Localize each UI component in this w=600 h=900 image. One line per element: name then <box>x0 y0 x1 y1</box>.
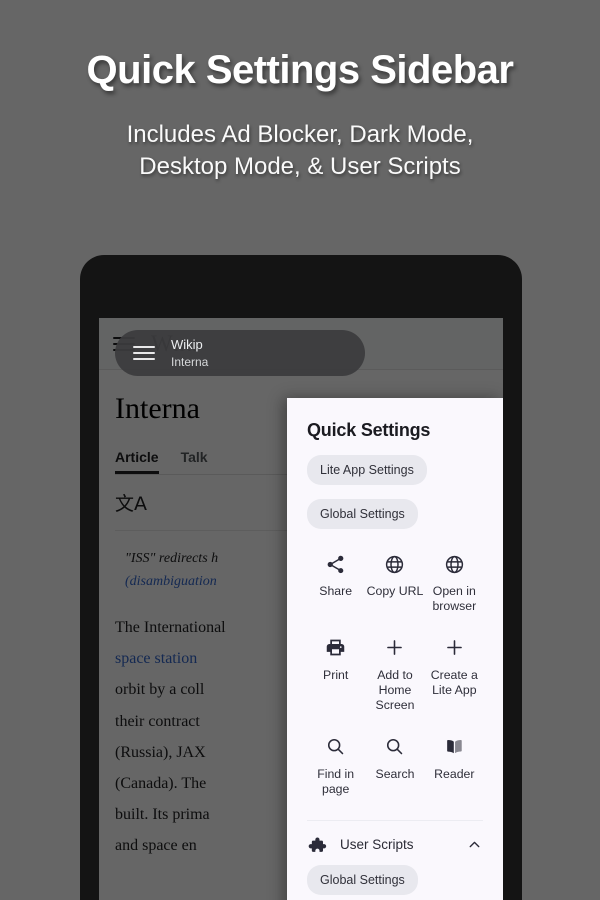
action-label: Share <box>319 584 353 598</box>
section-divider <box>307 819 483 821</box>
tab-article[interactable]: Article <box>115 449 159 474</box>
hatnote-link[interactable]: (disambiguation <box>125 574 217 589</box>
toolbar-title-block: Wikip Interna <box>171 336 208 370</box>
action-label: Copy URL <box>366 584 424 598</box>
action-add-to-home-screen[interactable]: Add to Home Screen <box>366 637 423 714</box>
action-create-lite-app[interactable]: Create a Lite App <box>426 637 483 714</box>
promo-subtitle-line-1: Includes Ad Blocker, Dark Mode, <box>126 121 474 148</box>
action-label: Print <box>323 667 349 682</box>
toolbar-site-name: Wikip <box>171 337 203 353</box>
global-settings-row: Global Settings <box>307 485 483 529</box>
user-scripts-global-settings-row: Global Settings <box>307 864 483 895</box>
promo-subtitle-line-2: Desktop Mode, & User Scripts <box>139 153 461 181</box>
quick-actions-grid: Share Copy URL Open in browser Print Add… <box>307 553 483 798</box>
action-label: Reader <box>434 766 475 781</box>
quick-settings-panel: Quick Settings Lite App Settings Global … <box>287 398 503 900</box>
user-scripts-label: User Scripts <box>340 837 414 853</box>
search-icon <box>384 736 405 758</box>
chevron-up-icon[interactable] <box>466 836 483 853</box>
user-scripts-section-header[interactable]: User Scripts <box>307 835 483 855</box>
user-scripts-global-settings-chip[interactable]: Global Settings <box>307 864 418 895</box>
floating-toolbar[interactable]: Wikip Interna <box>115 330 365 376</box>
promo-title: Quick Settings Sidebar <box>86 48 514 92</box>
hamburger-menu-icon[interactable] <box>133 346 155 360</box>
panel-title: Quick Settings <box>307 420 431 440</box>
promo-subtitle: Includes Ad Blocker, Dark Mode, Desktop … <box>127 119 474 184</box>
promo-header: Quick Settings Sidebar Includes Ad Block… <box>0 0 600 230</box>
book-icon <box>444 736 465 758</box>
action-label: Create a Lite App <box>430 667 478 698</box>
tab-talk[interactable]: Talk <box>181 449 208 474</box>
plus-icon <box>444 637 465 659</box>
global-settings-chip[interactable]: Global Settings <box>307 499 418 529</box>
action-reader[interactable]: Reader <box>426 736 483 798</box>
search-icon <box>325 736 346 758</box>
action-label: Find in page <box>317 766 355 797</box>
toolbar-page-name: Interna <box>171 354 209 369</box>
printer-icon <box>325 637 346 659</box>
globe-icon <box>444 553 465 575</box>
plus-icon <box>384 637 405 659</box>
action-label: Search <box>375 766 415 781</box>
action-search[interactable]: Search <box>366 736 423 798</box>
phone-mockup: WIKI Interna Article Talk 文A "ISS" redir… <box>80 255 522 900</box>
action-print[interactable]: Print <box>307 637 364 714</box>
action-label: Add to Home Screen <box>375 667 415 713</box>
hatnote-text: "ISS" redirects h <box>125 550 219 566</box>
phone-screen: WIKI Interna Article Talk 文A "ISS" redir… <box>99 318 503 900</box>
lite-app-settings-row: Lite App Settings <box>307 441 483 485</box>
action-find-in-page[interactable]: Find in page <box>307 736 364 798</box>
globe-icon <box>384 553 405 575</box>
action-copy-url[interactable]: Copy URL <box>366 553 423 615</box>
action-share[interactable]: Share <box>307 553 364 615</box>
lite-app-settings-chip[interactable]: Lite App Settings <box>307 455 427 485</box>
action-open-in-browser[interactable]: Open in browser <box>426 553 483 615</box>
puzzle-piece-icon <box>307 835 327 855</box>
action-label: Open in browser <box>432 584 477 614</box>
share-icon <box>325 553 346 575</box>
quick-settings-scroll: Quick Settings Lite App Settings Global … <box>287 398 503 895</box>
